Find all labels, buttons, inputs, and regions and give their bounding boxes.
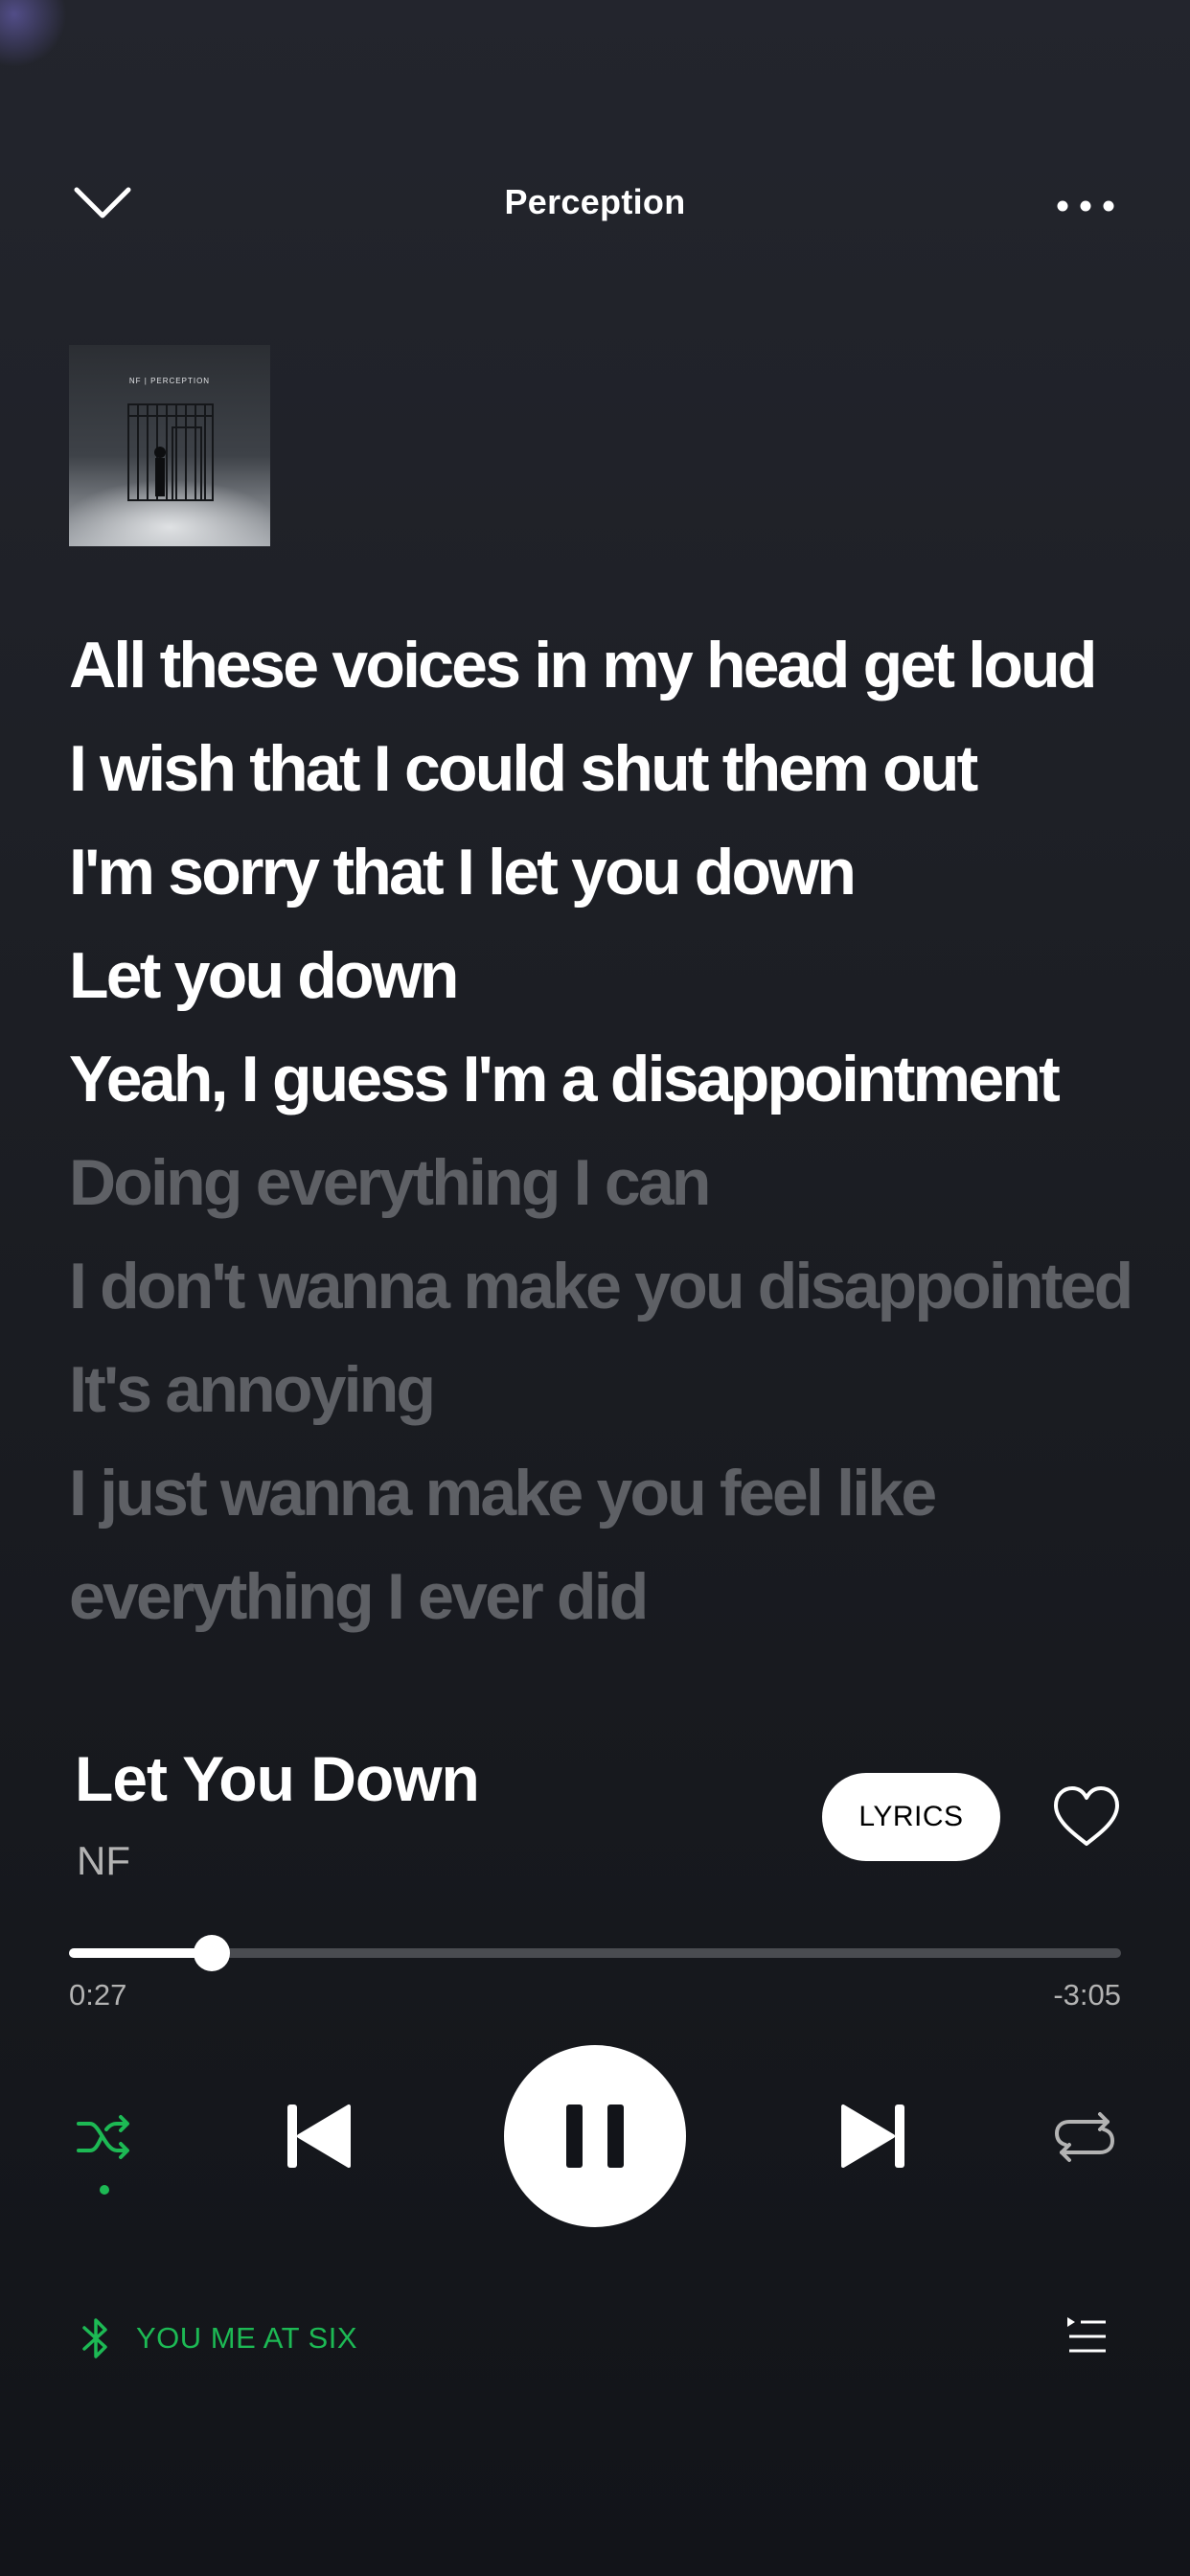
time-remaining: -3:05 xyxy=(1053,1978,1121,2012)
lyric-line: I wish that I could shut them out xyxy=(69,732,978,805)
playlist-title: Perception xyxy=(504,182,686,221)
queue-button[interactable] xyxy=(1064,2313,1110,2359)
like-button[interactable] xyxy=(1050,1784,1123,1850)
lyrics-button[interactable]: LYRICS xyxy=(822,1773,1000,1861)
repeat-button[interactable] xyxy=(1052,2106,1117,2168)
progress-fill xyxy=(69,1948,213,1958)
track-title[interactable]: Let You Down xyxy=(75,1742,480,1815)
lyric-line: It's annoying xyxy=(69,1353,436,1426)
lyric-line: everything I ever did xyxy=(69,1560,649,1633)
player-header: Perception xyxy=(0,163,1190,249)
lyric-line: Yeah, I guess I'm a disappointment xyxy=(69,1043,1061,1116)
queue-icon xyxy=(1067,2317,1106,2353)
previous-button[interactable] xyxy=(284,2101,355,2172)
album-cover-image: NF | PERCEPTION xyxy=(69,345,270,546)
heart-icon xyxy=(1054,1786,1119,1846)
more-options-icon xyxy=(1057,200,1114,212)
now-playing-screen: Perception NF | PERCEPTION All these voi… xyxy=(0,0,1190,2576)
lyric-line: I'm sorry that I let you down xyxy=(69,836,857,908)
progress-knob[interactable] xyxy=(194,1935,231,1971)
skip-previous-icon xyxy=(287,2104,351,2168)
track-artist[interactable]: NF xyxy=(77,1838,130,1884)
time-elapsed: 0:27 xyxy=(69,1978,127,2012)
shuffle-icon xyxy=(77,2115,129,2159)
lyric-line: All these voices in my head get loud xyxy=(69,629,1097,702)
connected-device-name[interactable]: YOU ME AT SIX xyxy=(136,2321,357,2356)
shuffle-active-indicator xyxy=(100,2185,109,2195)
next-button[interactable] xyxy=(837,2101,908,2172)
bluetooth-icon[interactable] xyxy=(80,2314,111,2362)
album-art[interactable]: NF | PERCEPTION xyxy=(69,345,270,546)
repeat-icon xyxy=(1055,2112,1114,2162)
corner-glow xyxy=(0,0,67,67)
lyric-line: I don't wanna make you disappointed xyxy=(69,1250,1133,1322)
progress-bar[interactable] xyxy=(69,1935,1121,1971)
lyric-line: Doing everything I can xyxy=(69,1146,711,1219)
lyric-line: I just wanna make you feel like xyxy=(69,1457,937,1530)
skip-next-icon xyxy=(841,2104,904,2168)
album-art-text: NF | PERCEPTION xyxy=(129,377,210,385)
lyric-line: Let you down xyxy=(69,939,459,1012)
play-pause-button[interactable] xyxy=(504,2045,686,2227)
more-options-button[interactable] xyxy=(1052,182,1119,230)
shuffle-button[interactable] xyxy=(73,2106,134,2168)
lyrics-panel[interactable]: All these voices in my head get loud I w… xyxy=(69,613,1161,1648)
